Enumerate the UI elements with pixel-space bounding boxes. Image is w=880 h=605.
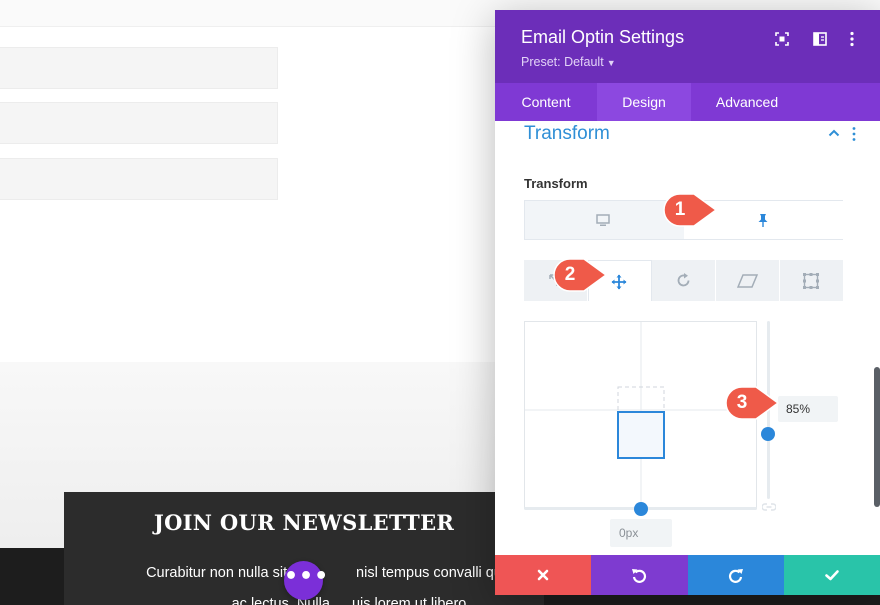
section-title[interactable]: Transform xyxy=(524,123,610,145)
callout-number: 2 xyxy=(564,264,576,285)
chevron-up-icon[interactable] xyxy=(828,127,840,139)
save-button[interactable] xyxy=(783,555,880,595)
translate-icon xyxy=(611,274,627,290)
settings-tabs: Content Design Advanced xyxy=(495,83,880,121)
newsletter-title: JOIN OUR NEWSLETTER xyxy=(153,510,455,535)
section-options-icon[interactable] xyxy=(851,126,857,142)
panel-scrollbar[interactable] xyxy=(874,367,880,507)
close-icon xyxy=(537,569,549,581)
rotate-icon xyxy=(677,273,690,287)
translate-preview-grid[interactable] xyxy=(524,321,758,510)
translate-y-slider-handle[interactable] xyxy=(761,427,775,441)
modal-header: Email Optin Settings Preset: Default ▼ xyxy=(495,10,880,83)
desktop-icon xyxy=(596,214,610,226)
annotation-callout-3: 3 xyxy=(724,386,780,420)
builder-more-button[interactable]: ••• xyxy=(284,561,328,600)
newsletter-text-line1-end: nisl tempus convalli qu xyxy=(356,565,502,581)
redo-button[interactable] xyxy=(687,555,784,595)
translate-x-slider-handle[interactable] xyxy=(634,502,648,516)
newsletter-text-line2-end: uis lorem ut libero xyxy=(351,596,467,605)
form-field[interactable] xyxy=(0,158,278,200)
skew-icon xyxy=(737,274,759,288)
kebab-icon[interactable] xyxy=(843,30,861,48)
tab-design[interactable]: Design xyxy=(597,83,691,121)
newsletter-text-line1: Curabitur non nulla sit ar xyxy=(146,565,305,581)
module-settings-modal: Email Optin Settings Preset: Default ▼ Co… xyxy=(495,10,880,595)
focus-icon[interactable] xyxy=(773,30,791,48)
split-view-icon[interactable] xyxy=(811,30,829,48)
caret-down-icon: ▼ xyxy=(606,58,616,68)
link-values-icon[interactable] xyxy=(762,502,776,512)
transform-skew-tab[interactable] xyxy=(716,260,780,301)
modal-footer xyxy=(495,555,880,595)
annotation-callout-1: 1 xyxy=(662,193,718,227)
check-icon xyxy=(824,570,839,581)
newsletter-text-line2: ac lectus. Nulla xyxy=(231,596,330,605)
tab-content[interactable]: Content xyxy=(495,83,597,121)
undo-button[interactable] xyxy=(591,555,688,595)
callout-number: 3 xyxy=(736,392,748,413)
redo-icon xyxy=(728,569,743,583)
form-field[interactable] xyxy=(0,102,278,144)
modal-title: Email Optin Settings xyxy=(521,27,685,47)
preset-selector[interactable]: Preset: Default ▼ xyxy=(521,55,616,69)
undo-icon xyxy=(632,569,647,583)
hover-pin-icon xyxy=(758,214,768,227)
settings-scroll-area[interactable]: Transform Transform 85% 0px xyxy=(495,121,880,555)
translate-y-input[interactable]: 85% xyxy=(778,396,838,422)
origin-icon xyxy=(803,273,819,289)
annotation-callout-2: 2 xyxy=(552,258,608,292)
transform-origin-tab[interactable] xyxy=(780,260,844,301)
desktop-state-button[interactable] xyxy=(525,201,684,239)
callout-number: 1 xyxy=(674,199,686,220)
transform-rotate-tab[interactable] xyxy=(652,260,716,301)
cancel-button[interactable] xyxy=(495,555,592,595)
preset-label: Preset: Default xyxy=(521,55,604,69)
translate-x-input[interactable]: 0px xyxy=(610,519,672,547)
transform-field-label: Transform xyxy=(524,176,588,191)
tab-advanced[interactable]: Advanced xyxy=(691,83,803,121)
form-field[interactable] xyxy=(0,47,278,89)
